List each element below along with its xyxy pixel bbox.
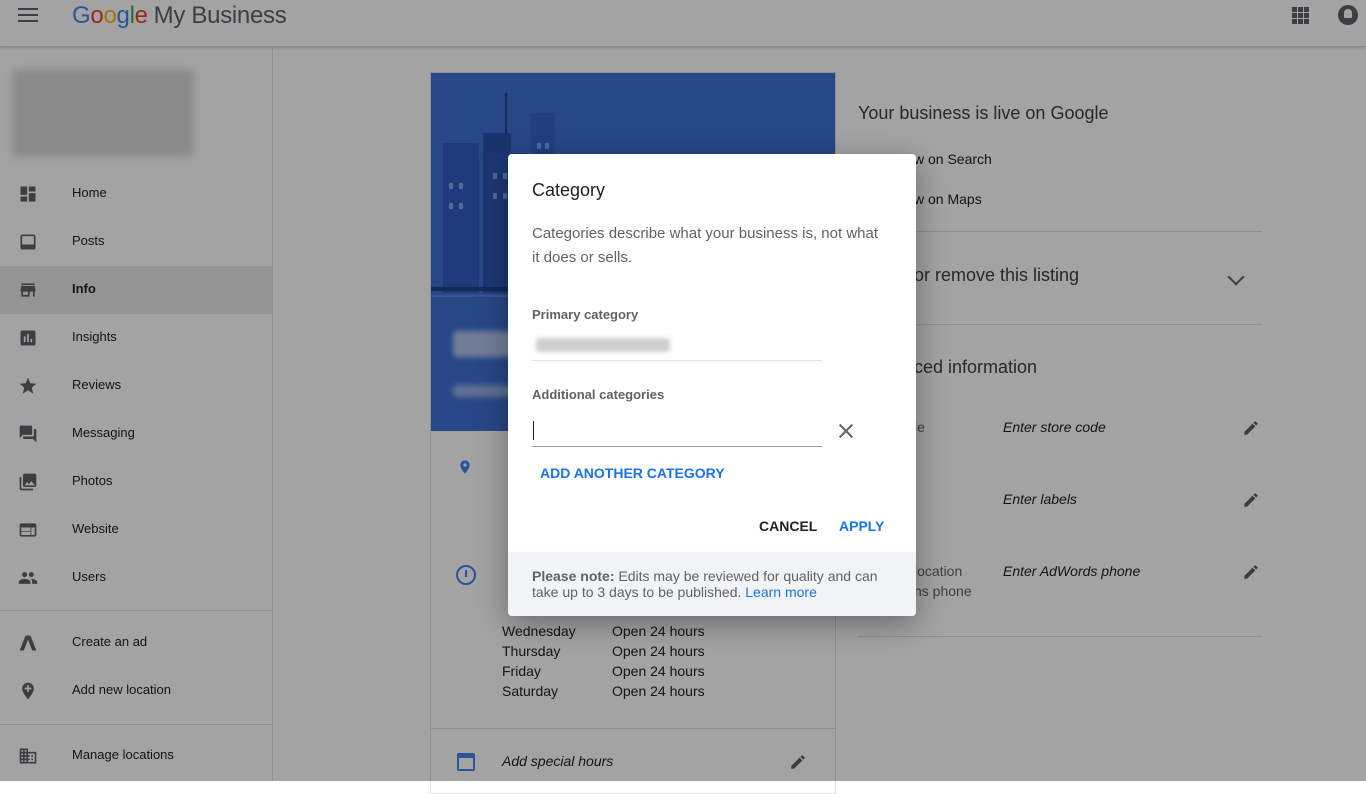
apply-button[interactable]: APPLY <box>839 518 884 534</box>
additional-category-input[interactable] <box>532 416 822 447</box>
additional-categories-label: Additional categories <box>532 387 665 402</box>
dialog-title: Category <box>532 180 606 200</box>
learn-more-link[interactable]: Learn more <box>745 584 817 600</box>
dialog-description: Categories describe what your business i… <box>532 225 879 266</box>
primary-category-label: Primary category <box>532 307 639 322</box>
note-text: Please note: Edits may be reviewed for q… <box>532 568 892 600</box>
primary-category-field[interactable] <box>532 332 822 361</box>
add-another-category-button[interactable]: ADD ANOTHER CATEGORY <box>540 465 725 481</box>
primary-category-blurred <box>536 338 670 352</box>
note-bold: Please note: <box>532 568 615 584</box>
category-dialog: Category Categories describe what your b… <box>508 154 916 616</box>
text-cursor <box>533 421 534 440</box>
cancel-button[interactable]: CANCEL <box>759 518 817 534</box>
close-icon[interactable] <box>836 421 856 441</box>
review-note: Please note: Edits may be reviewed for q… <box>508 552 916 616</box>
